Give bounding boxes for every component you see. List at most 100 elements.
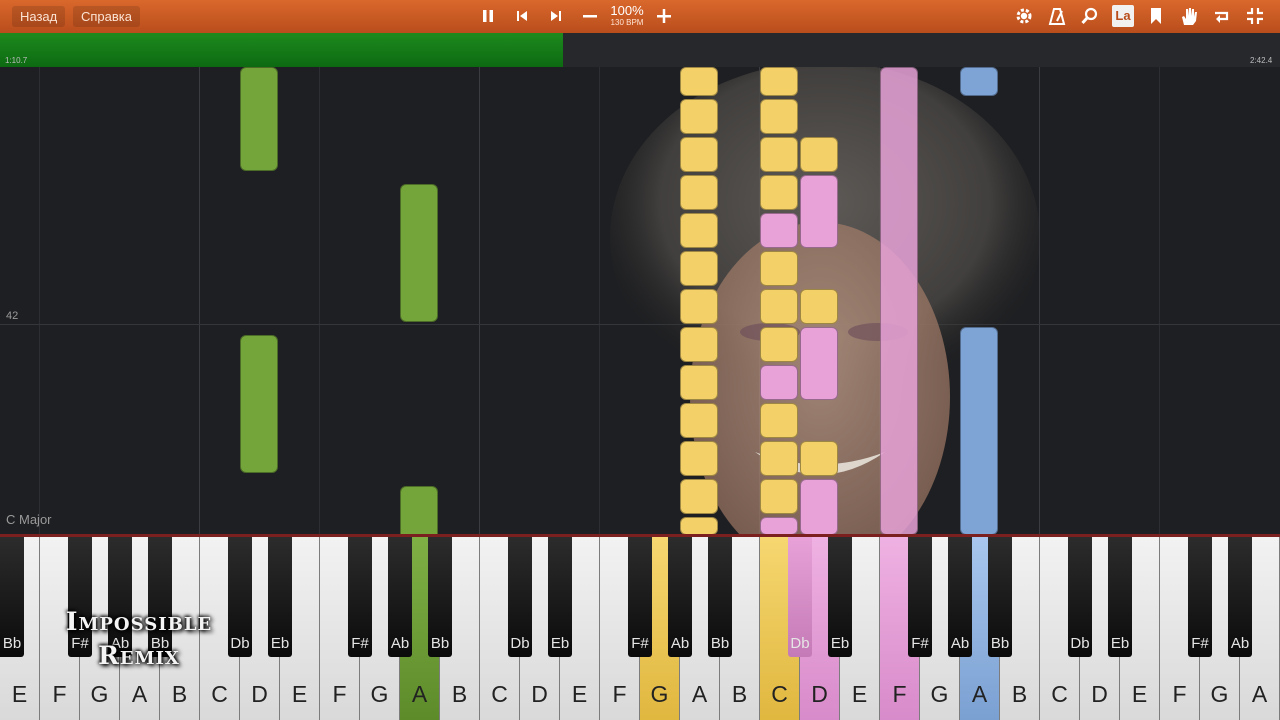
bookmark-icon[interactable] [1145, 5, 1167, 27]
note-block [680, 403, 718, 438]
note-block [680, 517, 718, 535]
black-key[interactable]: Eb [268, 537, 292, 657]
white-key-label: F [332, 681, 347, 707]
note-block [680, 213, 718, 248]
white-key-label: G [1210, 681, 1229, 707]
note-block [240, 67, 278, 171]
plus-icon[interactable] [653, 5, 675, 27]
note-block [760, 213, 798, 248]
grid-line [479, 67, 480, 535]
skip-forward-icon[interactable] [545, 5, 567, 27]
note-block [760, 441, 798, 476]
note-block [760, 175, 798, 210]
help-button[interactable]: Справка [73, 6, 140, 27]
minus-icon[interactable] [579, 5, 601, 27]
black-key[interactable]: F# [908, 537, 932, 657]
black-key[interactable]: Ab [388, 537, 412, 657]
black-key[interactable]: Ab [948, 537, 972, 657]
note-block [960, 327, 998, 535]
hand-icon[interactable] [1178, 5, 1200, 27]
skip-back-icon[interactable] [511, 5, 533, 27]
note-block [680, 327, 718, 362]
loop-icon[interactable] [1211, 5, 1233, 27]
black-key-label: Bb [990, 635, 1010, 652]
note-block [800, 441, 838, 476]
collapse-icon[interactable] [1244, 5, 1266, 27]
note-block [680, 251, 718, 286]
white-key-label: A [1251, 681, 1268, 707]
pause-icon[interactable] [477, 5, 499, 27]
black-key-label: F# [631, 635, 649, 652]
black-key-label: Eb [830, 635, 850, 652]
note-block [400, 486, 438, 535]
impossible-remix-caption: Impossible Remix [44, 605, 234, 673]
grid-line [319, 67, 320, 535]
toolbar: Назад Справка 100% 130 BPM La [0, 0, 1280, 33]
note-block [680, 365, 718, 400]
white-key-label: B [171, 681, 188, 707]
note-block [680, 99, 718, 134]
label-icon[interactable]: La [1112, 5, 1134, 27]
note-block [760, 403, 798, 438]
black-key-label: Db [510, 635, 530, 652]
note-block [760, 479, 798, 514]
note-block [800, 175, 838, 248]
white-key-label: D [251, 681, 268, 707]
note-block [760, 99, 798, 134]
black-key[interactable]: Bb [708, 537, 732, 657]
white-key-label: G [90, 681, 109, 707]
note-block [400, 184, 438, 322]
white-key-label: C [491, 681, 508, 707]
white-key-label: G [370, 681, 389, 707]
magnifier-icon[interactable] [1079, 5, 1101, 27]
note-block [800, 137, 838, 172]
black-key-label: Db [1070, 635, 1090, 652]
note-block [760, 137, 798, 172]
black-key-label: Bb [2, 635, 22, 652]
black-key-label: F# [1191, 635, 1209, 652]
note-block [960, 67, 998, 96]
white-key-label: B [1011, 681, 1028, 707]
white-key-label: F [612, 681, 627, 707]
white-key-label: F [892, 681, 907, 707]
black-key[interactable]: Bb [428, 537, 452, 657]
note-block [760, 517, 798, 535]
black-key[interactable]: Eb [828, 537, 852, 657]
black-key[interactable]: F# [1188, 537, 1212, 657]
note-block [680, 175, 718, 210]
black-key[interactable]: Bb [0, 537, 24, 657]
white-key-label: A [131, 681, 148, 707]
black-key[interactable]: Db [1068, 537, 1092, 657]
note-block [880, 67, 918, 535]
black-key-label: Ab [1230, 635, 1250, 652]
black-key[interactable]: Ab [1228, 537, 1252, 657]
speed-display: 100% 130 BPM [600, 4, 654, 28]
black-key-label: Ab [670, 635, 690, 652]
artist-photo [610, 67, 1040, 535]
progress-fill [0, 33, 564, 67]
white-key-label: D [531, 681, 548, 707]
note-block [680, 479, 718, 514]
current-time: 1:10.7 [5, 56, 28, 65]
back-button[interactable]: Назад [12, 6, 66, 27]
white-key-label: F [52, 681, 67, 707]
note-block [680, 67, 718, 96]
black-key[interactable]: F# [348, 537, 372, 657]
white-key-label: A [971, 681, 988, 707]
black-key[interactable]: Db [788, 537, 812, 657]
measure-number: 42 [6, 310, 19, 322]
note-block [800, 479, 838, 535]
white-key-label: D [811, 681, 828, 707]
metronome-icon[interactable] [1046, 5, 1068, 27]
white-key-label: E [11, 681, 28, 707]
black-key[interactable]: F# [628, 537, 652, 657]
note-block [680, 289, 718, 324]
black-key[interactable]: Bb [988, 537, 1012, 657]
progress-bar[interactable] [0, 33, 1280, 68]
black-key[interactable]: Eb [548, 537, 572, 657]
gear-icon[interactable] [1013, 5, 1035, 27]
black-key[interactable]: Eb [1108, 537, 1132, 657]
white-key-label: D [1091, 681, 1108, 707]
black-key[interactable]: Ab [668, 537, 692, 657]
black-key[interactable]: Db [508, 537, 532, 657]
